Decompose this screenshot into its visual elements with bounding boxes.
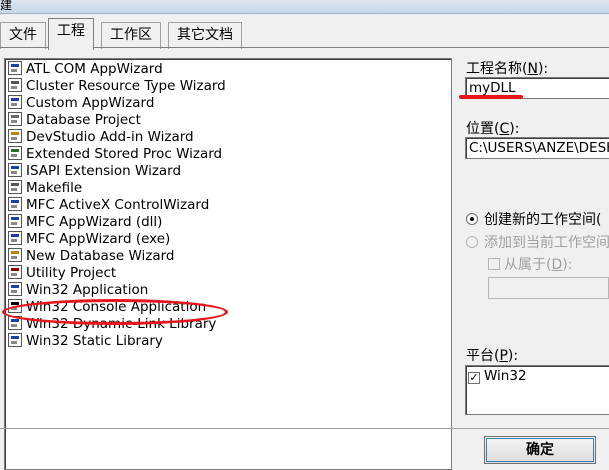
ok-button[interactable]: 确定	[484, 436, 596, 464]
stored-proc-icon	[8, 146, 22, 160]
project-type-label: Makefile	[26, 180, 83, 196]
project-type-label: Win32 Application	[26, 282, 149, 298]
project-type-item[interactable]: New Database Wizard	[8, 248, 175, 265]
database-icon	[8, 112, 22, 126]
tab-projects[interactable]: 工程	[48, 18, 94, 50]
project-type-label: Utility Project	[26, 265, 117, 281]
win32-app-icon	[8, 282, 22, 296]
project-type-item[interactable]: Utility Project	[8, 265, 116, 282]
project-type-label: New Database Wizard	[26, 248, 175, 264]
project-type-label: Database Project	[26, 112, 141, 128]
project-type-label: ISAPI Extension Wizard	[26, 163, 182, 179]
location-input[interactable]: C:\USERS\ANZE\DESKTOP	[465, 137, 609, 159]
project-type-label: MFC ActiveX ControlWizard	[26, 197, 210, 213]
project-type-item[interactable]: DevStudio Add-in Wizard	[8, 129, 194, 146]
tab-files[interactable]: 文件	[0, 22, 46, 49]
project-name-underline-annotation	[459, 95, 523, 99]
static-lib-icon	[8, 333, 22, 347]
project-type-label: Win32 Static Library	[26, 333, 163, 349]
project-type-item[interactable]: Makefile	[8, 180, 82, 197]
footer-divider	[0, 428, 609, 429]
project-type-item[interactable]: ISAPI Extension Wizard	[8, 163, 181, 180]
activex-icon	[8, 197, 22, 211]
checkmark-icon: ✓	[468, 371, 480, 384]
add-to-current-workspace-radio[interactable]: 添加到当前工作空间(	[466, 232, 609, 252]
tab-workspaces[interactable]: 工作区	[101, 22, 161, 49]
project-type-item[interactable]: MFC AppWizard (dll)	[8, 214, 162, 231]
project-type-label: Custom AppWizard	[26, 95, 155, 111]
project-type-label: Extended Stored Proc Wizard	[26, 146, 223, 162]
tab-strip: 文件 工程 工作区 其它文档	[0, 18, 609, 50]
makefile-icon	[8, 180, 22, 194]
window-title: 建	[0, 0, 13, 12]
console-icon	[8, 299, 22, 313]
atl-icon	[8, 61, 22, 75]
create-new-workspace-radio[interactable]: 创建新的工作空间(	[466, 209, 601, 229]
isapi-icon	[8, 163, 22, 177]
dependency-checkbox[interactable]: 从属于(D):	[488, 254, 572, 274]
radio-checked-icon	[466, 213, 478, 225]
project-type-item[interactable]: Database Project	[8, 112, 141, 129]
project-type-item[interactable]: MFC ActiveX ControlWizard	[8, 197, 209, 214]
platform-label: 平台(P):	[466, 348, 519, 364]
dependency-select[interactable]	[488, 277, 609, 299]
project-type-item[interactable]: Win32 Static Library	[8, 333, 163, 350]
checkbox-icon	[488, 258, 500, 270]
tab-other-documents[interactable]: 其它文档	[168, 22, 242, 49]
project-name-label: 工程名称(N):	[466, 61, 549, 77]
cluster-icon	[8, 78, 22, 92]
project-type-label: DevStudio Add-in Wizard	[26, 129, 194, 145]
project-type-item[interactable]: MFC AppWizard (exe)	[8, 231, 170, 248]
project-type-item[interactable]: Win32 Console Application	[8, 299, 206, 316]
project-type-item[interactable]: Cluster Resource Type Wizard	[8, 78, 226, 95]
custom-wizard-icon	[8, 95, 22, 109]
project-type-label: Win32 Console Application	[26, 299, 207, 315]
addin-icon	[8, 129, 22, 143]
platform-item-win32[interactable]: ✓ Win32	[468, 368, 609, 384]
location-label: 位置(C):	[466, 121, 520, 137]
project-type-label: Win32 Dynamic-Link Library	[26, 316, 217, 332]
utility-icon	[8, 265, 22, 279]
platform-list[interactable]: ✓ Win32	[465, 365, 609, 415]
dll-icon	[8, 316, 22, 330]
project-type-label: MFC AppWizard (dll)	[26, 214, 163, 230]
project-type-label: MFC AppWizard (exe)	[26, 231, 171, 247]
project-type-item[interactable]: Win32 Dynamic-Link Library	[8, 316, 216, 333]
radio-unchecked-icon	[466, 236, 478, 248]
project-type-item[interactable]: Extended Stored Proc Wizard	[8, 146, 222, 163]
new-db-icon	[8, 248, 22, 262]
mfc-exe-icon	[8, 231, 22, 245]
mfc-dll-icon	[8, 214, 22, 228]
title-bar: 建	[0, 0, 609, 14]
project-type-label: Cluster Resource Type Wizard	[26, 78, 226, 94]
project-type-label: ATL COM AppWizard	[26, 61, 163, 77]
project-type-item[interactable]: ATL COM AppWizard	[8, 61, 163, 78]
project-type-list[interactable]: ATL COM AppWizard Cluster Resource Type W…	[4, 58, 452, 470]
project-type-item[interactable]: Custom AppWizard	[8, 95, 154, 112]
project-type-item[interactable]: Win32 Application	[8, 282, 148, 299]
